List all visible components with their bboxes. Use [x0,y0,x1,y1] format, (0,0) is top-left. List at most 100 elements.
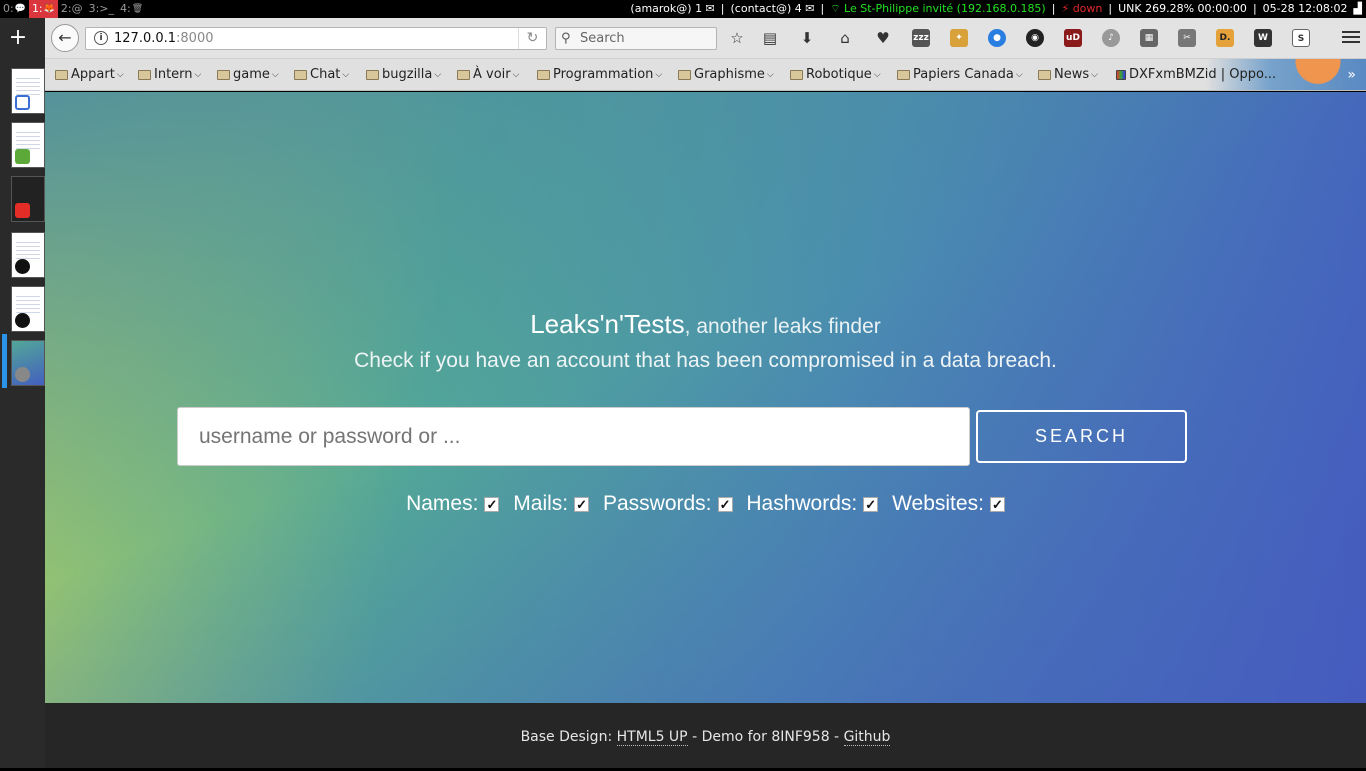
github-icon [15,313,30,328]
bookmark-star-icon[interactable]: ☆ [727,28,747,48]
screenshot-extension-icon[interactable]: ✂ [1178,29,1196,47]
folder-icon [457,70,470,80]
search-icon: ⚲ [561,31,571,46]
medal-extension-icon[interactable]: ✦ [950,29,968,47]
workspace-4[interactable]: 4: 🗑 [117,0,146,18]
leak-search-input[interactable] [177,407,970,466]
workspace-0[interactable]: 0: 💬 [0,0,29,18]
page-preview [16,75,40,95]
wifi-label: Le St-Philippe invité (192.168.0.185) [844,2,1046,15]
zzz-extension-icon[interactable]: zzz [912,29,930,47]
status-area: (amarok@) 1 ✉ | (contact@) 4 ✉ | ⌔ Le St… [630,0,1362,18]
bookmark-folder-game[interactable]: game ⌵ [217,67,279,83]
bookmark-folder-graphisme[interactable]: Graphisme ⌵ [678,67,774,83]
bookmark-label: À voir [473,67,511,82]
bookmark-folder-news[interactable]: News ⌵ [1038,67,1098,83]
bell-extension-icon[interactable]: ♪ [1102,29,1120,47]
separator: | [1051,2,1056,15]
new-tab-button[interactable]: + [0,18,36,58]
folder-icon [537,70,550,80]
back-button[interactable]: ← [51,24,79,52]
filter-websites[interactable]: Websites: ✓ [892,492,1005,516]
footer-prefix: Base Design: [520,729,617,745]
workspace-3[interactable]: 3:>_ [86,0,117,18]
ublock-icon[interactable]: uD [1064,29,1082,47]
bookmark-label: Papiers Canada [913,67,1014,82]
bookmark-folder-robotique[interactable]: Robotique ⌵ [790,67,881,83]
workspace-2[interactable]: 2:@ [58,0,86,18]
chevron-down-icon: ⌵ [766,70,774,80]
w-extension-icon[interactable]: W [1254,29,1272,47]
github-link[interactable]: Github [843,729,891,746]
chevron-down-icon: ⌵ [434,70,442,80]
chevron-down-icon: ⌵ [1015,70,1023,80]
mail-status-contact: (contact@) 4 ✉ [730,2,815,15]
folder-icon [138,70,151,80]
bookmark-folder-chat[interactable]: Chat ⌵ [294,67,349,83]
separator: | [1252,2,1257,15]
bookmark-folder-a-voir[interactable]: À voir ⌵ [457,67,519,83]
search-button[interactable]: SEARCH [976,410,1187,463]
tab-thumbnail[interactable] [11,286,45,332]
reload-icon[interactable]: ↻ [518,28,546,49]
page-footer: Base Design: HTML5 UP - Demo for 8INF958… [45,703,1366,768]
chevron-right-icon[interactable]: » [1347,67,1356,83]
bookmark-folder-papiers-canada[interactable]: Papiers Canada ⌵ [897,67,1023,83]
checkbox-checked[interactable]: ✓ [863,496,879,512]
checkbox-checked[interactable]: ✓ [484,496,500,512]
chrome-icon [15,95,30,110]
page-content: Leaks'n'Tests, another leaks finder Chec… [45,92,1366,703]
mail-status-amarok: (amarok@) 1 ✉ [630,2,715,15]
checkbox-checked[interactable]: ✓ [574,496,590,512]
bookmark-folder-appart[interactable]: Appart ⌵ [55,67,124,83]
checkbox-checked[interactable]: ✓ [989,496,1005,512]
trash-icon: 🗑 [131,4,144,14]
workspace-label: 4: [120,2,131,15]
checkbox-checked[interactable]: ✓ [717,496,733,512]
globe-icon [15,367,30,382]
s-extension-icon[interactable]: S [1292,29,1310,47]
info-icon[interactable]: i [94,31,108,45]
spreadsheet-icon [15,149,30,164]
bookmark-folder-bugzilla[interactable]: bugzilla ⌵ [366,67,441,83]
workspace-1[interactable]: 1: 🦊 [28,0,58,18]
download-icon[interactable]: ⬇ [797,28,817,48]
bookmark-label: Programmation [553,67,654,82]
bookmark-label: bugzilla [382,67,433,82]
d-extension-icon[interactable]: D. [1216,29,1234,47]
filter-label: Mails: [513,492,569,515]
url-bar[interactable]: i 127.0.0.1:8000 ↻ [85,27,547,50]
page-subtitle: Check if you have an account that has be… [354,349,1057,372]
grid-extension-icon[interactable]: ▦ [1140,29,1158,47]
system-status-bar: 0: 💬 1: 🦊 2:@ 3:>_ 4: 🗑 (amarok@) 1 ✉ | (co… [0,0,1366,18]
filter-passwords[interactable]: Passwords: ✓ [603,492,733,516]
youtube-icon [15,203,30,218]
page-preview [16,239,40,259]
bookmark-folder-intern[interactable]: Intern ⌵ [138,67,201,83]
reading-list-icon[interactable]: ▤ [760,28,780,48]
folder-icon [1038,70,1051,80]
tab-thumbnail[interactable] [11,68,45,114]
home-icon[interactable]: ⌂ [835,28,855,48]
tab-thumbnail[interactable] [11,232,45,278]
hamburger-menu-icon[interactable] [1342,28,1360,46]
firefox-icon: 🦊 [43,4,55,14]
html5up-link[interactable]: HTML5 UP [616,729,688,746]
browser-toolbar: ← i 127.0.0.1:8000 ↻ ⚲ Search ☆ ▤ ⬇ ⌂ ♥ … [45,18,1366,59]
filter-hashwords[interactable]: Hashwords: ✓ [746,492,879,516]
page-title: Leaks'n'Tests, another leaks finder [45,309,1366,340]
tab-thumbnail[interactable] [11,122,45,168]
tab-thumbnail[interactable] [11,176,45,222]
pocket-icon[interactable]: ♥ [873,28,893,48]
drop-extension-icon[interactable]: ● [988,29,1006,47]
mask-extension-icon[interactable]: ◉ [1026,29,1044,47]
search-bar[interactable]: ⚲ Search [555,27,717,50]
filter-names[interactable]: Names: ✓ [406,492,500,516]
tab-thumbnail-active[interactable] [11,340,45,386]
filter-mails[interactable]: Mails: ✓ [513,492,590,516]
bookmark-page-dxfxmbmzid[interactable]: DXFxmBMZid | Oppo... [1116,67,1276,83]
folder-icon [897,70,910,80]
chevron-down-icon: ⌵ [512,70,520,80]
workspace-label: 3:>_ [88,2,115,15]
bookmark-folder-programmation[interactable]: Programmation ⌵ [537,67,662,83]
